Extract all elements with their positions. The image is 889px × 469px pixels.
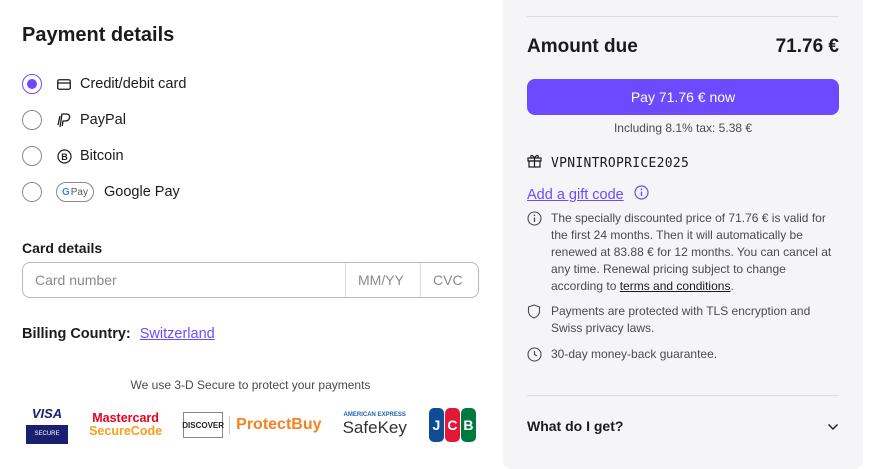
guarantee-info: 30-day money-back guarantee.	[527, 346, 839, 367]
method-card[interactable]: Credit/debit card	[22, 66, 322, 102]
jcb-b: B	[460, 408, 476, 442]
amount-due-value: 71.76 €	[775, 36, 839, 57]
billing-country-label: Billing Country:	[22, 326, 131, 342]
card-details-label: Card details	[22, 240, 103, 256]
jcb-j: J	[428, 408, 444, 442]
gpay-badge-text: Pay	[70, 186, 88, 198]
method-label-google-pay: Google Pay	[104, 184, 180, 200]
expiry-input[interactable]	[346, 263, 421, 297]
radio-google-pay[interactable]	[22, 182, 42, 202]
amount-due-row: Amount due 71.76 €	[527, 36, 839, 58]
paypal-icon	[56, 112, 72, 128]
card-number-input[interactable]	[23, 263, 346, 297]
payment-details-section: Payment details Credit/debit card PayPal…	[22, 0, 480, 469]
method-label-bitcoin: Bitcoin	[80, 148, 124, 164]
method-bitcoin[interactable]: B Bitcoin	[22, 138, 322, 174]
bitcoin-icon: B	[56, 148, 72, 164]
credit-card-icon	[56, 76, 72, 92]
shield-icon	[527, 303, 543, 324]
page-title: Payment details	[22, 24, 175, 46]
method-label-card: Credit/debit card	[80, 76, 187, 92]
secure-logos: VISA SECURE Mastercard SecureCode DISCOV…	[26, 404, 476, 446]
divider	[527, 395, 839, 396]
discount-info: The specially discounted price of 71.76 …	[527, 210, 839, 295]
amount-due-label: Amount due	[527, 36, 638, 57]
pay-now-button[interactable]: Pay 71.76 € now	[527, 79, 839, 115]
add-gift-code-link[interactable]: Add a gift code	[527, 187, 624, 203]
card-input-group	[22, 262, 479, 298]
cvc-input[interactable]	[421, 263, 478, 297]
billing-country-link[interactable]: Switzerland	[140, 326, 215, 342]
visa-secure-text: SECURE	[26, 425, 68, 444]
terms-link[interactable]: terms and conditions	[620, 279, 731, 293]
google-pay-icon: G Pay	[56, 182, 94, 202]
promo-code: VPNINTROPRICE2025	[551, 155, 690, 171]
method-paypal[interactable]: PayPal	[22, 102, 322, 138]
gift-code-row: Add a gift code	[527, 185, 649, 205]
svg-text:B: B	[61, 152, 68, 162]
clock-icon	[527, 346, 543, 367]
jcb-logo: J C B	[428, 408, 476, 442]
mastercard-securecode-logo: Mastercard SecureCode	[89, 412, 162, 438]
amex-safekey-logo: AMERICAN EXPRESS SafeKey	[343, 412, 407, 438]
radio-paypal[interactable]	[22, 110, 42, 130]
guarantee-info-text: 30-day money-back guarantee.	[551, 347, 718, 361]
method-google-pay[interactable]: G Pay Google Pay	[22, 174, 322, 210]
discover-badge: DISCOVER	[182, 412, 224, 438]
gift-icon	[527, 153, 542, 173]
security-info: Payments are protected with TLS encrypti…	[527, 303, 839, 337]
protectbuy-text: ProtectBuy	[229, 416, 322, 434]
billing-country: Billing Country: Switzerland	[22, 326, 215, 342]
mc-line2: SecureCode	[89, 424, 163, 438]
discover-protectbuy-logo: DISCOVER ProtectBuy	[182, 412, 322, 438]
discount-info-text: The specially discounted price of 71.76 …	[551, 210, 839, 295]
discount-info-period: .	[730, 279, 734, 293]
what-do-i-get-toggle[interactable]: What do I get?	[527, 418, 839, 434]
safekey-text: SafeKey	[342, 418, 407, 437]
jcb-c: C	[444, 408, 460, 442]
info-circle-icon	[527, 210, 543, 231]
promo-code-row: VPNINTROPRICE2025	[527, 153, 689, 173]
order-summary-panel: Amount due 71.76 € Pay 71.76 € now Inclu…	[503, 0, 863, 469]
visa-logo-text: VISA	[31, 406, 63, 421]
radio-card[interactable]	[22, 74, 42, 94]
radio-bitcoin[interactable]	[22, 146, 42, 166]
secure-notice: We use 3-D Secure to protect your paymen…	[130, 378, 371, 392]
method-label-paypal: PayPal	[80, 112, 126, 128]
tax-info: Including 8.1% tax: 5.38 €	[613, 121, 753, 135]
visa-secure-logo: VISA SECURE	[26, 406, 68, 444]
what-do-i-get-label: What do I get?	[527, 418, 624, 434]
divider	[527, 16, 839, 17]
info-icon[interactable]	[634, 185, 649, 205]
security-info-text: Payments are protected with TLS encrypti…	[551, 304, 811, 335]
chevron-down-icon	[827, 418, 839, 434]
payment-method-list: Credit/debit card PayPal B Bitcoin G Pay…	[22, 66, 322, 210]
